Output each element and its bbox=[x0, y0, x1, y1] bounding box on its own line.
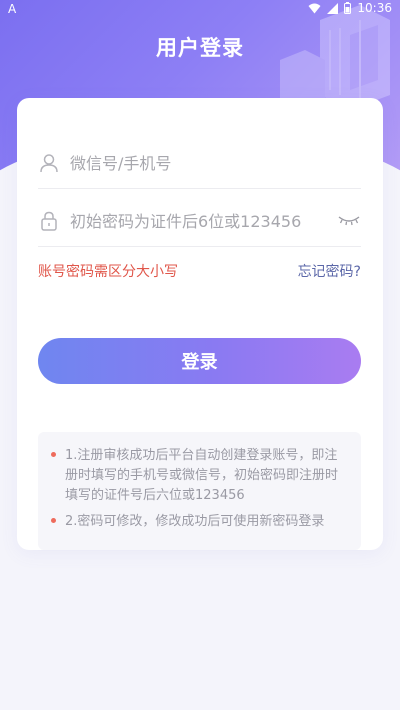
note-item: 2.密码可修改，修改成功后可使用新密码登录 bbox=[65, 514, 325, 529]
note-bullet bbox=[51, 452, 56, 457]
user-icon bbox=[40, 154, 58, 173]
password-input[interactable] bbox=[70, 211, 325, 231]
page-title: 用户登录 bbox=[156, 36, 244, 60]
wifi-icon bbox=[308, 3, 321, 13]
login-button[interactable]: 登录 bbox=[38, 338, 361, 384]
note-item: 1.注册审核成功后平台自动创建登录账号，即注册时填写的手机号或微信号，初始密码即… bbox=[65, 448, 339, 503]
password-field bbox=[38, 196, 361, 247]
status-bar: A 10:36 bbox=[0, 0, 400, 18]
eye-closed-icon[interactable] bbox=[337, 212, 361, 228]
account-input[interactable] bbox=[70, 153, 325, 173]
status-time: 10:36 bbox=[357, 1, 392, 15]
notification-icon: A bbox=[8, 2, 17, 16]
signal-icon bbox=[327, 2, 339, 14]
note-bullet bbox=[51, 518, 56, 523]
case-sensitive-hint: 账号密码需区分大小写 bbox=[38, 264, 178, 280]
battery-icon bbox=[344, 2, 352, 14]
login-card: 账号密码需区分大小写 忘记密码? 登录 1.注册审核成功后平台自动创建登录账号，… bbox=[17, 98, 383, 550]
notes-box: 1.注册审核成功后平台自动创建登录账号，即注册时填写的手机号或微信号，初始密码即… bbox=[38, 432, 361, 550]
forgot-password-link[interactable]: 忘记密码? bbox=[298, 261, 361, 281]
account-field bbox=[38, 138, 361, 189]
lock-icon bbox=[41, 211, 57, 231]
